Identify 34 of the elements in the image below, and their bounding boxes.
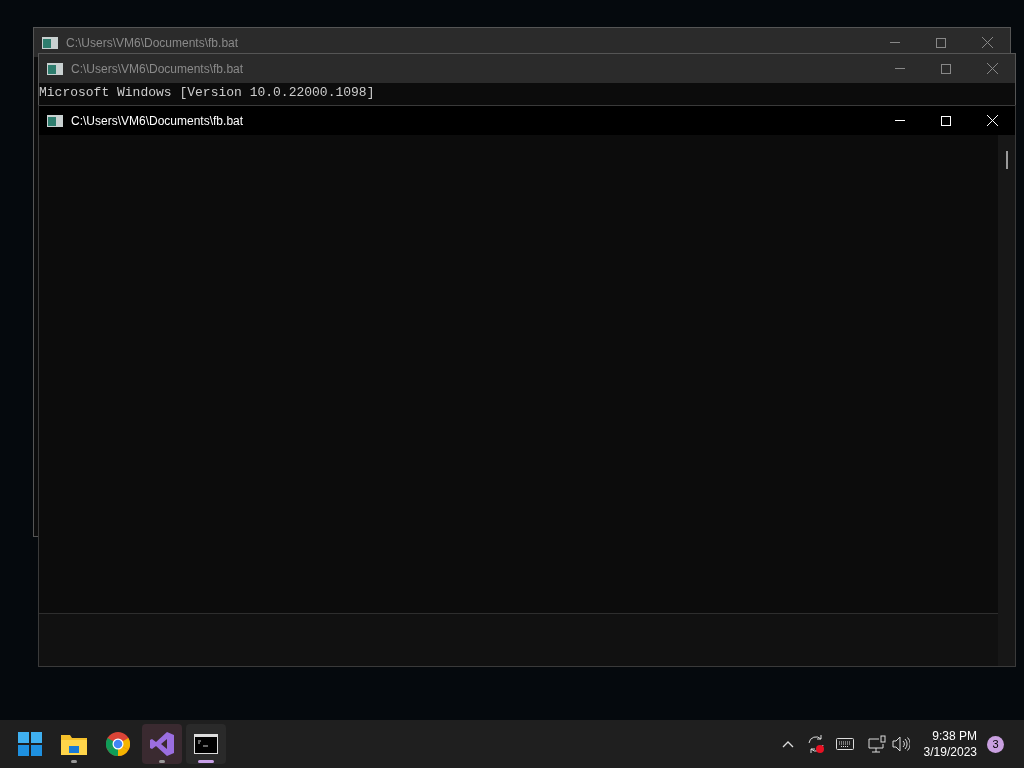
maximize-icon (941, 115, 951, 126)
minimize-icon (895, 68, 905, 69)
terminal-icon (194, 734, 218, 754)
chevron-up-icon[interactable] (781, 740, 794, 748)
taskbar-button[interactable] (186, 724, 226, 764)
maximize-icon (941, 63, 951, 74)
window-title: C:\Users\VM6\Documents\fb.bat (71, 60, 244, 78)
console-icon (47, 62, 63, 75)
sync-icon[interactable] (805, 734, 826, 754)
ribbon-icon (150, 732, 174, 756)
running-indicator (71, 760, 77, 763)
running-indicator (198, 760, 214, 763)
close-icon (981, 37, 993, 48)
minimize-icon (890, 42, 900, 43)
window-title: C:\Users\VM6\Documents\fb.bat (66, 34, 239, 52)
network-icon[interactable] (867, 735, 886, 753)
running-indicator (159, 760, 165, 763)
speaker-icon[interactable] (891, 736, 910, 752)
console-icon (42, 36, 58, 49)
clock-date[interactable]: 3/19/2023 (923, 744, 977, 760)
close-icon (986, 115, 998, 126)
scroll-thumb[interactable] (1005, 151, 1008, 169)
browser-icon (106, 732, 130, 756)
windows-logo-icon (18, 732, 42, 756)
console-line: Microsoft Windows [Version 10.0.22000.1098] (39, 84, 376, 101)
window-title: C:\Users\VM6\Documents\fb.bat (71, 112, 244, 130)
clock-time[interactable]: 9:38 PM (932, 728, 977, 744)
minimize-icon (895, 120, 905, 121)
notification-badge[interactable]: 3 (987, 735, 1004, 753)
keyboard-icon[interactable] (835, 738, 854, 750)
maximize-icon (936, 37, 946, 48)
folder-icon (61, 733, 87, 755)
console-icon (47, 114, 63, 127)
close-icon (986, 63, 998, 74)
